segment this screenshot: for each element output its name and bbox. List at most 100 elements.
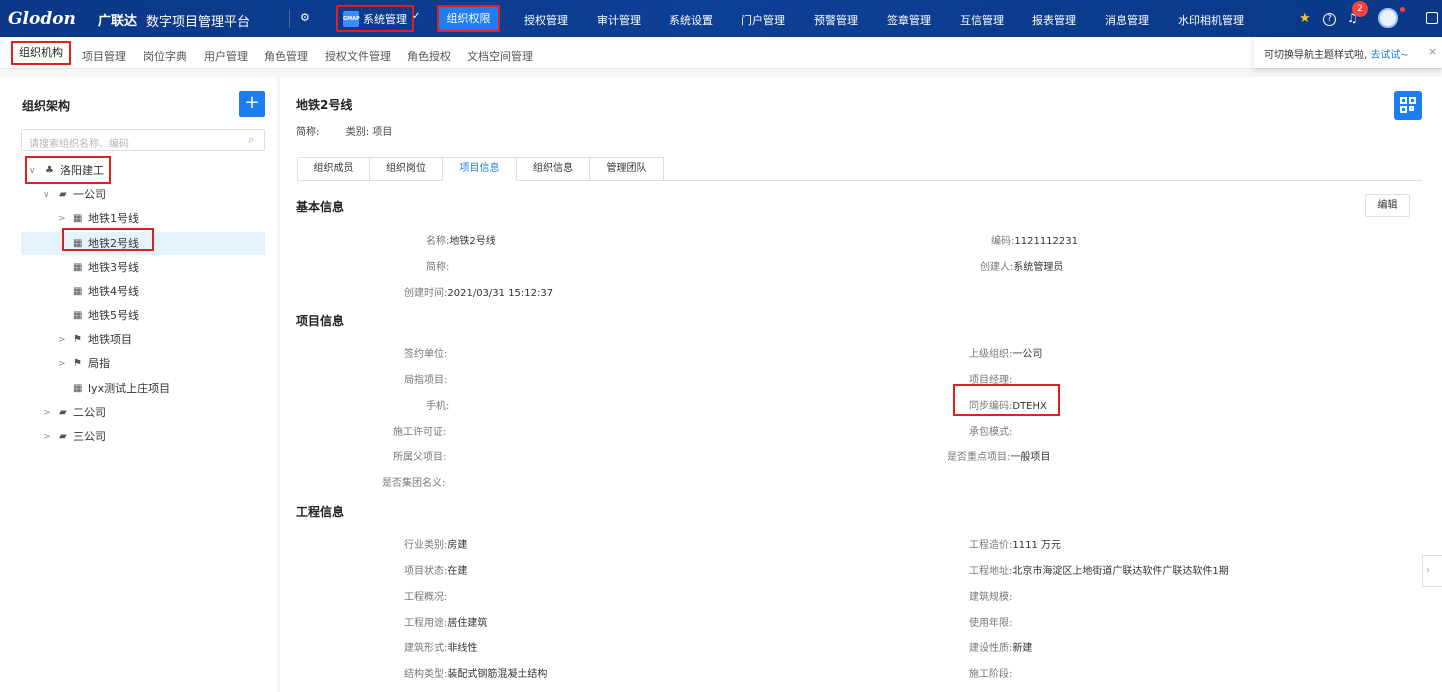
tree-node-label: 局指 [88,357,110,370]
subnav-item-auth-file[interactable]: 授权文件管理 [325,48,391,64]
tree-node-lyx-test[interactable]: ▦ lyx测试上庄项目 [73,378,253,400]
field-parent-project: 所属父项目: [393,448,446,463]
subnav-item-role[interactable]: 角色管理 [264,48,308,64]
tree-node-line4[interactable]: ▦ 地铁4号线 [73,281,253,303]
field-label: 是否重点项目: [947,452,1011,463]
tree-node-label: 一公司 [73,188,106,201]
tree-node-company1[interactable]: ∨ ▰ 一公司 [43,184,263,206]
field-parent-org: 上级组织:一公司 [969,345,1042,360]
system-label: 系统管理 [363,12,407,26]
tree-node-line5[interactable]: ▦ 地铁5号线 [73,305,253,327]
tree-node-metro-project[interactable]: > ⚑ 地铁项目 [58,329,258,351]
nav-item-watermark-camera[interactable]: 水印相机管理 [1178,12,1244,28]
subnav-item-position[interactable]: 岗位字典 [143,48,187,64]
subnav-item-role-auth[interactable]: 角色授权 [407,48,451,64]
tree-node-label: 地铁1号线 [88,212,139,225]
flag-icon: ⚑ [73,334,82,345]
field-creator: 创建人:系统管理员 [980,258,1063,273]
tree-node-label: 洛阳建工 [60,164,104,177]
field-scale: 建筑规模: [969,588,1012,603]
tree-node-label: 地铁5号线 [88,309,139,322]
export-icon[interactable] [1426,12,1438,24]
side-drawer-handle[interactable]: › [1422,555,1442,587]
field-name: 名称:地铁2号线 [426,232,496,247]
field-bureau-project: 局指项目: [404,371,447,386]
field-address: 工程地址:北京市海淀区上地街道广联达软件广联达软件1期 [969,562,1229,577]
field-label: 是否集团名义: [382,478,446,489]
tab-members[interactable]: 组织成员 [297,157,370,181]
search-icon[interactable]: ⌕ [248,133,254,147]
nav-item-report[interactable]: 报表管理 [1032,12,1076,28]
tree-search-input[interactable]: 请搜索组织名称、编码 ⌕ [21,129,265,151]
nav-item-signature[interactable]: 签章管理 [887,12,931,28]
field-label: 工程用途: [404,618,448,629]
nav-item-settings[interactable]: 系统设置 [669,12,713,28]
theme-tip: 可切换导航主题样式啦, 去试试~ × [1254,37,1442,68]
add-org-button[interactable]: + [239,91,265,117]
sub-nav: 组织机构 项目管理 岗位字典 用户管理 角色管理 授权文件管理 角色授权 文档空… [0,37,1442,69]
field-service-life: 使用年限: [969,614,1012,629]
tree-node-label: 三公司 [73,430,106,443]
search-placeholder: 请搜索组织名称、编码 [29,139,129,150]
field-group-name: 是否集团名义: [382,474,445,489]
nav-item-trust[interactable]: 互信管理 [960,12,1004,28]
nav-item-audit[interactable]: 审计管理 [597,12,641,28]
field-construction-nature: 建设性质:新建 [969,639,1032,654]
org-switch-icon[interactable]: ⚙ [300,11,314,25]
chevron-right-icon[interactable]: > [43,426,51,448]
nav-item-alert[interactable]: 预警管理 [814,12,858,28]
subnav-item-user[interactable]: 用户管理 [204,48,248,64]
tip-message: 可切换导航主题样式啦, [1264,50,1371,61]
building-icon: ▦ [73,286,83,297]
nav-item-org-permission[interactable]: 组织权限 [437,5,500,32]
tree-node-line3[interactable]: ▦ 地铁3号线 [73,257,253,279]
system-switch-button[interactable]: GMAP 系统管理 [336,5,414,32]
tree-node-line1[interactable]: > ▦ 地铁1号线 [58,208,258,230]
tree-node-root[interactable]: ∨ ♣ 洛阳建工 [29,160,259,182]
glodon-logo[interactable]: Glodon [8,9,76,29]
tree-node-company3[interactable]: > ▰ 三公司 [43,426,263,448]
tree-node-line2[interactable]: ▦ 地铁2号线 [73,233,253,255]
chevron-right-icon[interactable]: > [43,402,51,424]
tab-project-info[interactable]: 项目信息 [443,157,517,181]
field-label: 上级组织: [969,349,1013,360]
edit-button[interactable]: 编辑 [1365,194,1410,217]
subnav-item-org[interactable]: 组织机构 [11,41,71,65]
star-icon[interactable]: ★ [1299,11,1311,26]
tree-node-company2[interactable]: > ▰ 二公司 [43,402,263,424]
tip-try-link[interactable]: 去试试~ [1370,50,1408,61]
field-label: 创建人: [980,262,1014,273]
nav-item-message[interactable]: 消息管理 [1105,12,1149,28]
chevron-right-icon[interactable]: > [58,329,66,351]
chevron-right-icon[interactable]: > [58,208,66,230]
chevron-down-icon[interactable]: ∨ [43,184,50,206]
tab-positions[interactable]: 组织岗位 [370,157,443,181]
help-icon[interactable]: ? [1323,13,1336,26]
field-label: 结构类型: [404,669,448,680]
tree-node-bureau[interactable]: > ⚑ 局指 [58,353,258,375]
field-phone: 手机: [426,397,449,412]
avatar[interactable] [1378,8,1398,28]
chevron-down-icon[interactable]: ✓ [412,11,420,22]
status-dot [1400,7,1405,12]
subnav-item-doc-space[interactable]: 文档空间管理 [467,48,533,64]
chevron-down-icon[interactable]: ∨ [29,160,36,182]
tab-org-info[interactable]: 组织信息 [517,157,590,181]
field-label: 局指项目: [404,375,448,386]
field-label: 使用年限: [969,618,1013,629]
qrcode-icon[interactable] [1394,91,1422,120]
section-basic-info: 基本信息 [296,200,345,214]
sync-code-highlight-box [953,384,1060,416]
field-label: 行业类别: [404,540,448,551]
field-label: 创建时间: [404,288,448,299]
tree-node-label: 地铁4号线 [88,285,139,298]
subnav-item-project[interactable]: 项目管理 [82,48,126,64]
nav-item-portal[interactable]: 门户管理 [741,12,785,28]
nav-divider [289,9,290,28]
chevron-right-icon[interactable]: > [58,353,66,375]
field-contract-unit: 签约单位: [404,345,447,360]
tab-management-team[interactable]: 管理团队 [590,157,664,181]
close-icon[interactable]: × [1428,45,1437,58]
nav-item-authorization[interactable]: 授权管理 [524,12,568,28]
field-label: 建筑规模: [969,592,1013,603]
